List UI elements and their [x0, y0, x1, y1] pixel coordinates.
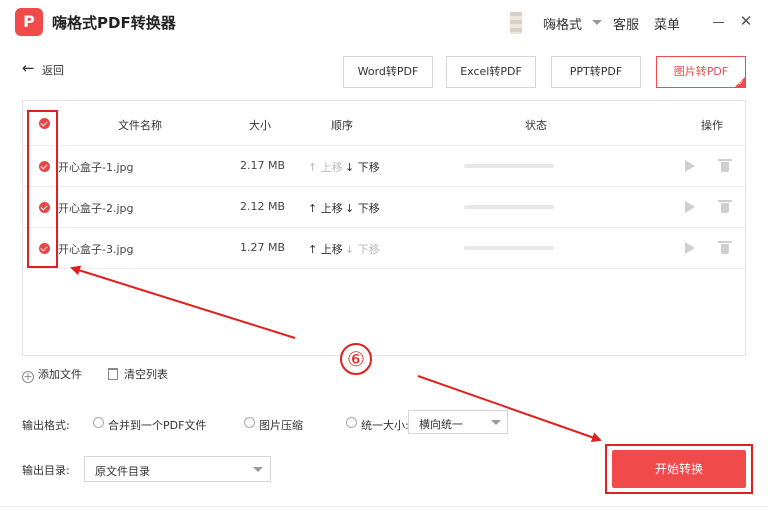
- customer-service-button[interactable]: 客服: [613, 14, 639, 33]
- play-icon[interactable]: [685, 242, 695, 254]
- uniform-size-label[interactable]: 统一大小:: [361, 417, 409, 433]
- chevron-down-icon: [253, 467, 263, 472]
- chevron-down-icon: [491, 420, 501, 425]
- merge-radio[interactable]: [93, 417, 104, 428]
- file-size: 2.12 MB: [240, 200, 286, 213]
- user-dropdown-caret-icon[interactable]: [592, 20, 602, 25]
- compress-radio[interactable]: [244, 417, 255, 428]
- trash-icon[interactable]: [718, 200, 732, 213]
- user-avatar[interactable]: [510, 12, 522, 34]
- move-down-button[interactable]: ↓ 下移: [345, 159, 380, 175]
- close-icon[interactable]: ✕: [738, 12, 754, 30]
- logo-letter: P: [23, 12, 35, 31]
- tab-excel-to-pdf[interactable]: Excel转PDF: [446, 56, 536, 88]
- checkbox-highlight-box: [27, 110, 58, 268]
- trash-icon[interactable]: [718, 159, 732, 172]
- header-action: 操作: [701, 119, 723, 132]
- table-row[interactable]: 开心盒子-3.jpg 1.27 MB ↑ 上移 ↓ 下移: [23, 228, 745, 269]
- header-order: 顺序: [331, 119, 353, 132]
- move-up-button[interactable]: ↑ 上移: [308, 200, 343, 216]
- tab-image-to-pdf[interactable]: 图片转PDF ✓: [656, 56, 746, 88]
- file-size: 1.27 MB: [240, 241, 286, 254]
- step-number-badge: ⑥: [340, 343, 372, 375]
- tab-word-to-pdf[interactable]: Word转PDF: [343, 56, 433, 88]
- add-file-label: 添加文件: [38, 368, 82, 381]
- play-icon[interactable]: [685, 201, 695, 213]
- title-bar: P 嗨格式PDF转换器 嗨格式 客服 菜单 ✕: [0, 0, 768, 44]
- uniform-size-value: 横向统一: [419, 418, 463, 431]
- move-up-button[interactable]: ↑ 上移: [308, 241, 343, 257]
- file-name: 开心盒子-2.jpg: [58, 202, 134, 215]
- status-progress-bar: [464, 246, 554, 250]
- status-progress-bar: [464, 205, 554, 209]
- table-header: 文件名称 大小 顺序 状态 操作: [23, 101, 745, 146]
- add-circle-icon: +: [22, 370, 34, 383]
- file-list-panel: 文件名称 大小 顺序 状态 操作 开心盒子-1.jpg 2.17 MB ↑ 上移…: [22, 100, 746, 356]
- selected-check-icon: ✓: [738, 79, 744, 87]
- merge-option-label[interactable]: 合并到一个PDF文件: [108, 417, 206, 433]
- trash-icon[interactable]: [718, 241, 732, 254]
- header-file-name: 文件名称: [118, 119, 162, 132]
- bottom-divider: [0, 506, 768, 507]
- output-dir-label: 输出目录:: [22, 464, 70, 477]
- header-size: 大小: [249, 119, 271, 132]
- status-progress-bar: [464, 164, 554, 168]
- clear-list-label: 清空列表: [124, 368, 168, 381]
- file-name: 开心盒子-1.jpg: [58, 161, 134, 174]
- uniform-size-select[interactable]: 横向统一: [408, 410, 508, 434]
- move-down-button[interactable]: ↓ 下移: [345, 241, 380, 257]
- compress-option-label[interactable]: 图片压缩: [259, 417, 303, 433]
- output-format-label: 输出格式:: [22, 419, 70, 432]
- output-dir-value: 原文件目录: [95, 465, 150, 478]
- tab-image-to-pdf-label: 图片转PDF: [673, 65, 729, 78]
- uniform-size-radio[interactable]: [346, 417, 357, 428]
- bin-icon: [108, 368, 118, 380]
- clear-list-button[interactable]: 清空列表: [108, 366, 168, 382]
- table-row[interactable]: 开心盒子-1.jpg 2.17 MB ↑ 上移 ↓ 下移: [23, 146, 745, 187]
- app-logo: P: [15, 8, 43, 36]
- header-status: 状态: [525, 119, 547, 132]
- output-dir-select[interactable]: 原文件目录: [84, 456, 271, 482]
- back-label: 返回: [42, 64, 64, 77]
- app-title: 嗨格式PDF转换器: [52, 14, 176, 32]
- play-icon[interactable]: [685, 160, 695, 172]
- move-up-button[interactable]: ↑ 上移: [308, 159, 343, 175]
- back-arrow-icon: ←: [22, 59, 35, 77]
- menu-button[interactable]: 菜单: [654, 14, 680, 33]
- file-name: 开心盒子-3.jpg: [58, 243, 134, 256]
- table-row[interactable]: 开心盒子-2.jpg 2.12 MB ↑ 上移 ↓ 下移: [23, 187, 745, 228]
- file-size: 2.17 MB: [240, 159, 286, 172]
- minimize-icon[interactable]: [712, 12, 726, 30]
- user-name[interactable]: 嗨格式: [543, 14, 582, 33]
- move-down-button[interactable]: ↓ 下移: [345, 200, 380, 216]
- add-file-button[interactable]: + 添加文件: [22, 366, 82, 383]
- start-button-highlight-box: [605, 444, 753, 494]
- tab-ppt-to-pdf[interactable]: PPT转PDF: [551, 56, 641, 88]
